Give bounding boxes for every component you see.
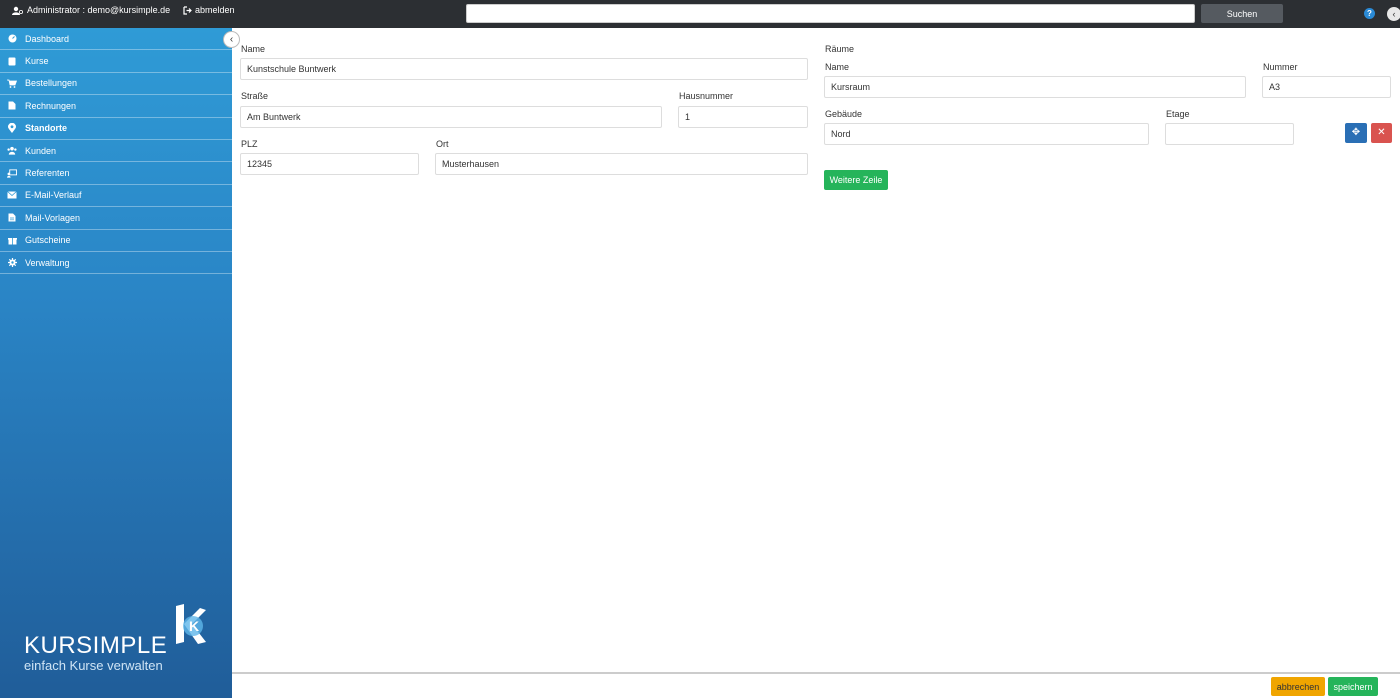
sidebar-item-label: Standorte (25, 123, 68, 134)
housenumber-field[interactable] (678, 106, 808, 128)
building-field[interactable] (824, 123, 1149, 145)
search-input[interactable] (466, 4, 1195, 23)
logout-icon (183, 5, 192, 15)
sidebar-item-verwaltung[interactable]: Verwaltung (0, 252, 232, 275)
help-icon[interactable]: ? (1364, 8, 1375, 19)
sidebar-item-email-verlauf[interactable]: E-Mail-Verlauf (0, 185, 232, 208)
cart-icon (7, 78, 17, 88)
location-icon (7, 123, 17, 134)
sidebar-item-label: Dashboard (25, 33, 70, 44)
sidebar-item-label: Referenten (25, 168, 70, 179)
gift-icon (7, 235, 17, 245)
move-row-button[interactable]: ✥ (1345, 123, 1367, 143)
collapse-right-icon[interactable]: ‹ (1387, 7, 1400, 21)
building-label: Gebäude (825, 109, 863, 119)
sidebar-item-label: Mail-Vorlagen (25, 212, 81, 223)
logout-link[interactable]: abmelden (183, 5, 235, 15)
sidebar-item-rechnungen[interactable]: Rechnungen (0, 95, 232, 118)
brand-logo: KURSIMPLE einfach Kurse verwalten (24, 632, 167, 673)
street-field[interactable] (240, 106, 662, 128)
city-label: Ort (436, 139, 449, 149)
sidebar-item-label: Kurse (25, 56, 49, 67)
user-icon (12, 6, 23, 15)
book-icon (7, 56, 17, 66)
name-field[interactable] (240, 58, 808, 80)
rooms-section-label: Räume (825, 44, 855, 54)
user-label: Administrator : demo@kursimple.de (27, 5, 171, 15)
sidebar-item-referenten[interactable]: Referenten (0, 162, 232, 185)
close-icon: ✕ (1377, 127, 1386, 138)
sidebar-item-bestellungen[interactable]: Bestellungen (0, 73, 232, 96)
footer-bar (232, 672, 1400, 698)
save-button[interactable]: speichern (1328, 677, 1378, 696)
floor-label: Etage (1166, 109, 1190, 119)
sidebar-item-standorte[interactable]: Standorte (0, 118, 232, 140)
add-row-button[interactable]: Weitere Zeile (824, 170, 888, 190)
sidebar-item-kurse[interactable]: Kurse (0, 50, 232, 73)
floor-field[interactable] (1165, 123, 1294, 145)
sidebar-item-gutscheine[interactable]: Gutscheine (0, 230, 232, 252)
sidebar-collapse-icon[interactable]: ‹ (223, 31, 240, 48)
housenumber-label: Hausnummer (679, 91, 734, 101)
zip-field[interactable] (240, 153, 419, 175)
user-info: Administrator : demo@kursimple.de (12, 5, 170, 15)
gear-icon (7, 258, 17, 268)
sidebar: Dashboard Kurse Bestellungen Rechnungen … (0, 28, 232, 698)
dashboard-icon (7, 34, 17, 44)
teacher-icon (7, 168, 17, 178)
room-name-label: Name (825, 62, 850, 72)
name-label: Name (241, 44, 266, 54)
sidebar-item-kunden[interactable]: Kunden (0, 140, 232, 163)
logout-label: abmelden (195, 5, 235, 15)
street-label: Straße (241, 91, 269, 101)
room-number-label: Nummer (1263, 62, 1298, 72)
zip-label: PLZ (241, 139, 258, 149)
room-number-field[interactable] (1262, 76, 1391, 98)
move-icon: ✥ (1351, 127, 1361, 138)
sidebar-item-label: Gutscheine (25, 235, 71, 246)
sidebar-item-label: E-Mail-Verlauf (25, 190, 82, 201)
sidebar-item-label: Bestellungen (25, 78, 78, 89)
template-icon (7, 213, 17, 223)
users-icon (7, 146, 17, 156)
sidebar-item-dashboard[interactable]: Dashboard (0, 28, 232, 51)
document-icon (7, 101, 17, 111)
sidebar-item-label: Verwaltung (25, 257, 70, 268)
top-bar: Administrator : demo@kursimple.de abmeld… (0, 0, 1400, 28)
logo-text: KURSIMPLE (24, 632, 168, 659)
logo-tagline: einfach Kurse verwalten (24, 658, 163, 673)
logo-k-icon: K (176, 604, 206, 644)
sidebar-item-label: Kunden (25, 145, 57, 156)
search-button[interactable]: Suchen (1201, 4, 1283, 23)
delete-row-button[interactable]: ✕ (1371, 123, 1392, 143)
envelope-icon (7, 190, 17, 200)
logo-letter: K (189, 618, 199, 634)
city-field[interactable] (435, 153, 808, 175)
room-name-field[interactable] (824, 76, 1246, 98)
sidebar-item-mail-vorlagen[interactable]: Mail-Vorlagen (0, 207, 232, 230)
sidebar-item-label: Rechnungen (25, 100, 77, 111)
cancel-button[interactable]: abbrechen (1271, 677, 1325, 696)
